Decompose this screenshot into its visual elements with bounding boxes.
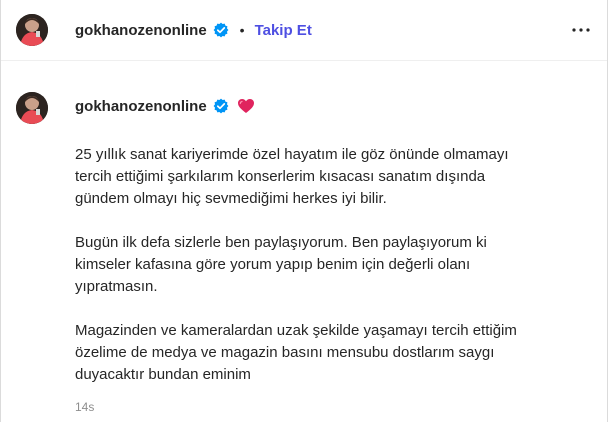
more-options-icon[interactable] [569, 18, 593, 42]
caption-paragraph: Magazinden ve kameralardan uzak şekilde … [75, 322, 517, 383]
comment-username[interactable]: gokhanozenonline [75, 98, 207, 115]
heart-emoji-icon [237, 98, 255, 114]
caption-paragraph: 25 yıllık sanat kariyerimde özel hayatım… [75, 146, 509, 207]
caption-text: 25 yıllık sanat kariyerimde özel hayatım… [75, 144, 595, 408]
post-header: gokhanozenonline • Takip Et [1, 0, 607, 61]
post-panel: gokhanozenonline • Takip Et gokhanozenon… [0, 0, 608, 422]
caption-paragraph: Bugün ilk defa sizlerle ben paylaşıyorum… [75, 234, 487, 295]
verified-badge-icon [213, 22, 229, 38]
header-separator: • [239, 22, 245, 38]
verified-badge-icon [213, 98, 229, 114]
comment-header: gokhanozenonline [75, 94, 255, 118]
header-username[interactable]: gokhanozenonline [75, 22, 207, 39]
avatar-image-icon [16, 14, 48, 46]
header-avatar[interactable] [16, 14, 48, 46]
avatar-image-icon [16, 92, 48, 124]
comment-timestamp[interactable]: 14s [75, 400, 94, 414]
comment-avatar[interactable] [16, 92, 48, 124]
follow-button[interactable]: Takip Et [255, 22, 312, 39]
